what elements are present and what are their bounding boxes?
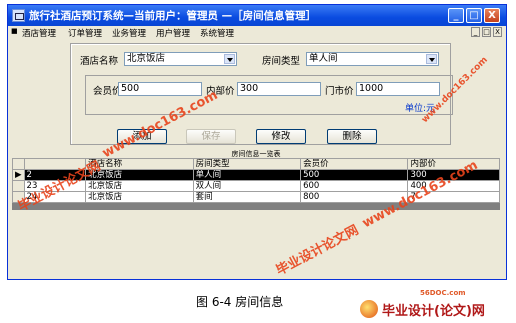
mdi-restore-button[interactable]: □ bbox=[482, 27, 491, 37]
title-bar: 旅行社酒店预订系统—当前用户：管理员 —［房间信息管理］ _ □ X bbox=[8, 5, 506, 26]
site-logo: 56DOC.com 毕业设计(论文)网 bbox=[360, 289, 510, 320]
minimize-button[interactable]: _ bbox=[448, 8, 464, 23]
room-type-select-value: 单人间 bbox=[309, 53, 338, 64]
internal-price-input[interactable]: 300 bbox=[237, 82, 321, 96]
logo-icon bbox=[360, 300, 378, 318]
mdi-minimize-button[interactable]: _ bbox=[471, 27, 480, 37]
cell-member[interactable]: 500 bbox=[300, 169, 409, 181]
cell-type[interactable]: 套间 bbox=[192, 191, 302, 203]
cell-type[interactable]: 双人间 bbox=[192, 180, 302, 192]
room-type-select[interactable]: 单人间 bbox=[306, 52, 439, 66]
window-title: 旅行社酒店预订系统—当前用户：管理员 —［房间信息管理］ bbox=[29, 10, 317, 22]
modify-button[interactable]: 修改 bbox=[256, 129, 306, 144]
hotel-select-value: 北京饭店 bbox=[127, 53, 166, 64]
menu-orders[interactable]: 订单管理 bbox=[68, 27, 102, 39]
mdi-close-button[interactable]: X bbox=[493, 27, 502, 37]
logo-small-text: 56DOC.com bbox=[420, 289, 466, 297]
cell-member[interactable]: 600 bbox=[300, 180, 409, 192]
delete-button[interactable]: 删除 bbox=[327, 129, 377, 144]
maximize-button[interactable]: □ bbox=[466, 8, 482, 23]
grid-caption: 房间信息一览表 bbox=[12, 150, 500, 158]
room-type-label: 房间类型 bbox=[262, 56, 301, 67]
close-button[interactable]: X bbox=[484, 8, 500, 23]
column-header-member[interactable]: 会员价 bbox=[300, 158, 409, 170]
market-price-label: 门市价 bbox=[325, 86, 354, 97]
logo-text: 毕业设计(论文)网 bbox=[382, 304, 485, 319]
cell-type[interactable]: 单人间 bbox=[192, 169, 302, 181]
row-selector-icon[interactable]: ▶ bbox=[12, 169, 25, 181]
chevron-down-icon[interactable] bbox=[224, 54, 235, 64]
app-window: 旅行社酒店预订系统—当前用户：管理员 —［房间信息管理］ _ □ X ■ 酒店管… bbox=[7, 4, 507, 280]
figure-caption: 图 6-4 房间信息 bbox=[196, 295, 284, 309]
menu-system[interactable]: 系统管理 bbox=[200, 27, 234, 39]
menu-business[interactable]: 业务管理 bbox=[112, 27, 146, 39]
menu-hotel[interactable]: 酒店管理 bbox=[22, 27, 56, 39]
app-icon bbox=[12, 9, 25, 22]
market-price-input[interactable]: 1000 bbox=[356, 82, 440, 96]
row-header-corner bbox=[12, 158, 25, 170]
menu-users[interactable]: 用户管理 bbox=[156, 27, 190, 39]
mdi-icon: ■ bbox=[11, 27, 18, 35]
row-selector[interactable] bbox=[12, 180, 25, 192]
member-price-input[interactable]: 500 bbox=[118, 82, 202, 96]
menu-bar: ■ 酒店管理 订单管理 业务管理 用户管理 系统管理 _ □ X bbox=[8, 26, 506, 40]
cell-hotel[interactable]: 北京饭店 bbox=[85, 191, 194, 203]
column-header-type[interactable]: 房间类型 bbox=[192, 158, 302, 170]
hotel-select[interactable]: 北京饭店 bbox=[124, 52, 237, 66]
cell-hotel[interactable]: 北京饭店 bbox=[85, 180, 194, 192]
save-button[interactable]: 保存 bbox=[186, 129, 236, 144]
chevron-down-icon[interactable] bbox=[426, 54, 437, 64]
column-header-hotel[interactable]: 酒店名称 bbox=[85, 158, 194, 170]
hotel-label: 酒店名称 bbox=[80, 56, 119, 67]
